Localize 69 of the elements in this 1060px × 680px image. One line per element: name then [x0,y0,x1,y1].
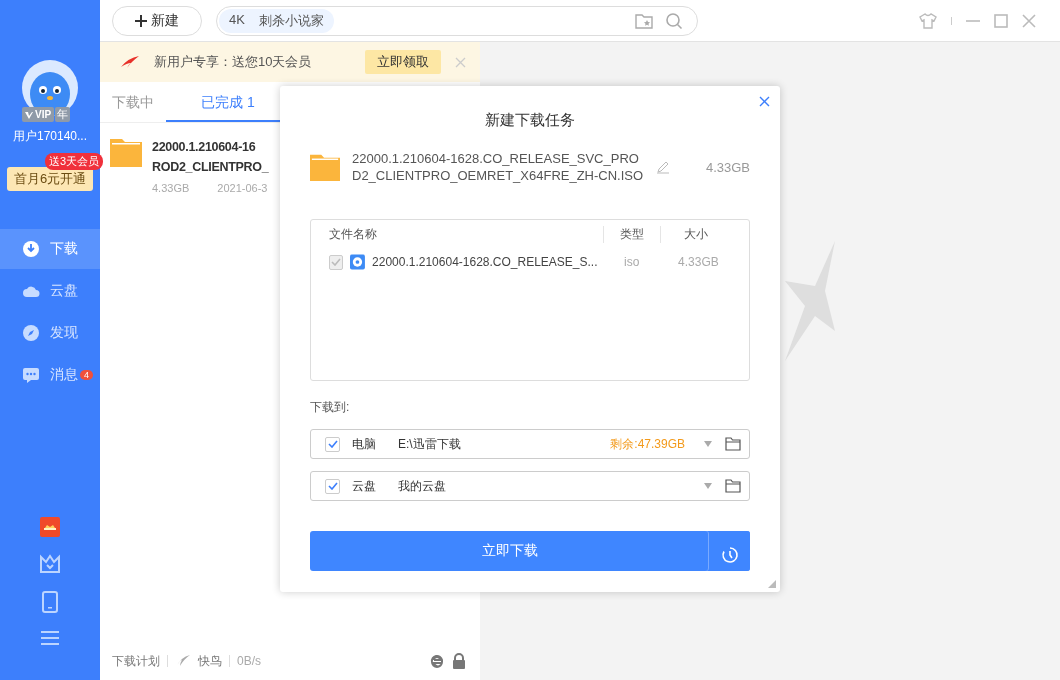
menu-icon[interactable] [41,630,59,646]
table-cell-text: 4.33GB [677,255,720,269]
folder-icon[interactable] [725,437,741,451]
plus-icon [135,14,147,27]
bt-file-icon [310,152,340,182]
close-icon[interactable] [759,96,770,107]
username[interactable]: 用户170140... [12,128,87,145]
gift-icon[interactable] [40,517,60,537]
phone-icon[interactable] [42,591,58,613]
disc-icon [350,254,366,270]
download-button[interactable]: 立即下载 [310,531,750,571]
computer-label: 电脑 [352,435,376,453]
folder-icon[interactable] [725,479,741,493]
search-icon[interactable] [665,11,683,30]
maximize-icon[interactable] [994,13,1008,28]
promo-badge: 送3天会员 [45,153,104,170]
crown-icon[interactable] [39,554,61,574]
dropdown-icon[interactable] [703,441,713,447]
new-button[interactable]: 新建 [112,5,202,36]
file-size: 4.33GB [152,182,190,194]
year-badge: 年 [55,107,71,122]
speed-text: 0B/s [237,654,261,668]
path-text: E:\迅雷下载 [398,435,461,453]
folder-star-icon[interactable] [635,12,653,29]
file-name: 22000.1.210604-16 ROD2_CLIENTPRO_ [152,139,269,176]
path-text: 我的云盘 [398,477,446,495]
bt-file-icon [110,137,142,167]
bird-icon[interactable] [175,654,191,668]
bird-icon [120,55,140,69]
accelerator-label[interactable]: 快鸟 [198,652,222,670]
edit-icon[interactable] [656,160,670,174]
destination-field[interactable]: 电脑 E:\迅雷下载 剩余:47.39GB [310,429,750,459]
sidebar-item[interactable]: 发现 [0,313,100,353]
membership-button[interactable]: 首月6元开通 [6,167,94,191]
table-cell: 22000.1.210604-1628.CO_RELEASE_S... [372,255,598,269]
tab[interactable]: 已完成 1 [166,82,290,122]
sidebar-item[interactable]: 云盘 [0,271,100,311]
file-date: 2021-06-3 [217,182,268,194]
save-label: 下载到: [310,399,351,416]
download-icon [22,240,40,258]
chat-icon [22,366,40,384]
checkbox[interactable] [325,436,340,452]
dropdown-icon[interactable] [703,483,713,489]
cloud-label: 云盘 [352,477,376,495]
file-name: 22000.1.210604-1628.CO_RELEASE_SVC_PROD2_CLIENTPRO_OEMRET_X64FRE_ZH-CN.ISO [352,150,644,184]
count-badge: 4 [80,370,93,380]
column-header: 大小 [660,225,731,243]
compass-icon [22,324,40,342]
dialog-title: 新建下载任务 [484,111,576,130]
close-icon[interactable] [1022,13,1036,28]
vip-badge: VIP [22,107,55,122]
column-header: 类型 [603,225,660,243]
resize-grip-icon[interactable] [768,580,776,588]
file-size: 4.33GB [705,159,750,175]
search-tag[interactable]: 4K 刺杀小说家 [219,8,334,33]
table-cell-text: iso [622,255,641,269]
column-header: 文件名称 [329,225,378,243]
checkbox[interactable] [325,478,340,494]
plan-link[interactable]: 下载计划 [112,652,160,670]
free-space-text: 剩余:47.39GB [610,435,685,453]
destination-field[interactable]: 云盘 我的云盘 [310,471,750,501]
sidebar-item[interactable]: 消息 4 [0,355,100,395]
banner-text: 新用户专享：送您10天会员 [154,53,313,71]
tab[interactable]: 下载中 [100,82,166,122]
clock-icon[interactable] [721,546,739,564]
sidebar-item[interactable]: 下载 [0,229,100,269]
claim-button[interactable]: 立即领取 [365,50,441,74]
lock-icon[interactable] [452,653,466,669]
shirt-icon[interactable] [919,12,937,29]
